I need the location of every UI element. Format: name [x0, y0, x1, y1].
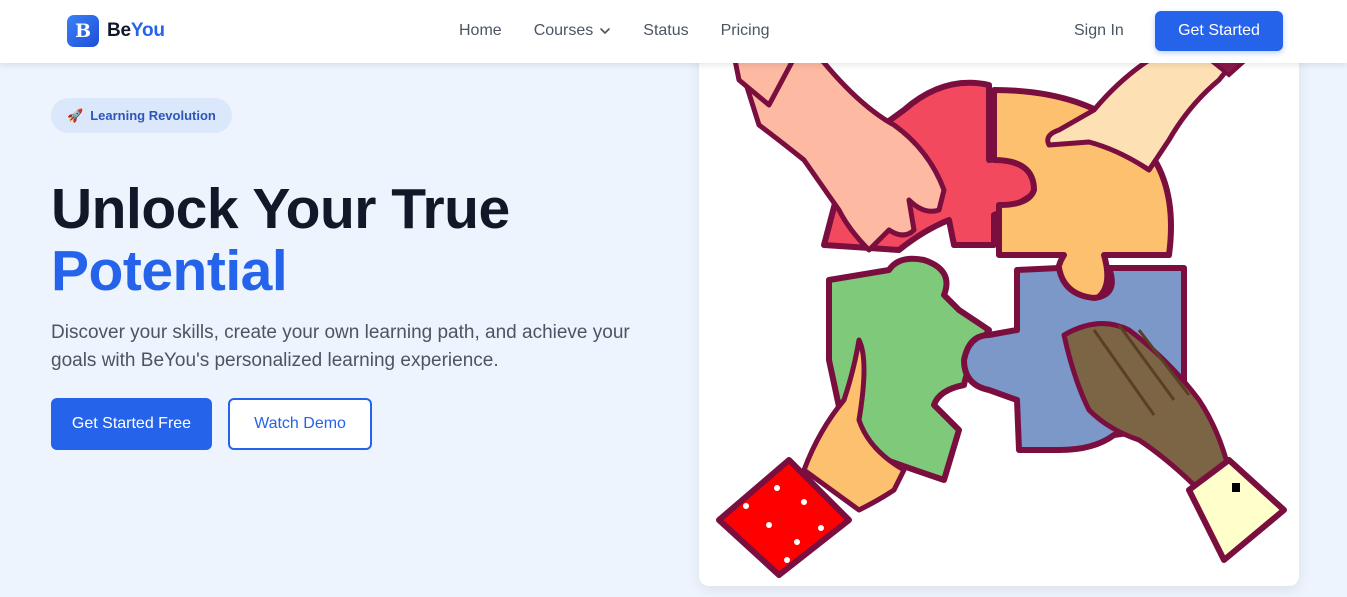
hero-title-line1: Unlock Your True	[51, 177, 510, 241]
brand-name-part2: You	[130, 20, 165, 41]
badge-label: Learning Revolution	[90, 108, 216, 123]
logo-icon: B	[67, 15, 99, 47]
watch-demo-button[interactable]: Watch Demo	[228, 398, 372, 450]
hero-title: Unlock Your True Potential	[51, 178, 510, 302]
learning-revolution-badge: 🚀 Learning Revolution	[51, 98, 232, 133]
brand-name: BeYou	[107, 20, 165, 42]
puzzle-hands-illustration	[716, 30, 1287, 578]
nav-link-courses-label: Courses	[533, 22, 594, 39]
rocket-icon: 🚀	[67, 107, 84, 123]
sign-in-link[interactable]: Sign In	[1074, 22, 1124, 40]
get-started-free-button[interactable]: Get Started Free	[51, 398, 212, 450]
get-started-button[interactable]: Get Started	[1155, 11, 1283, 51]
nav-link-home[interactable]: Home	[459, 22, 502, 40]
main-nav: Home Courses Status Pricing	[459, 22, 802, 40]
hero-illustration-card	[699, 30, 1299, 586]
hero-title-line2: Potential	[51, 239, 288, 303]
hero-subtitle: Discover your skills, create your own le…	[51, 322, 630, 371]
brand-logo[interactable]: B BeYou	[67, 15, 165, 47]
nav-link-status[interactable]: Status	[643, 22, 688, 40]
chevron-down-icon	[600, 28, 611, 34]
nav-link-pricing[interactable]: Pricing	[721, 22, 770, 40]
brand-name-part1: Be	[107, 20, 131, 41]
nav-link-courses[interactable]: Courses	[534, 22, 612, 40]
navbar: B BeYou Home Courses Status Pricing Sign…	[0, 0, 1347, 63]
